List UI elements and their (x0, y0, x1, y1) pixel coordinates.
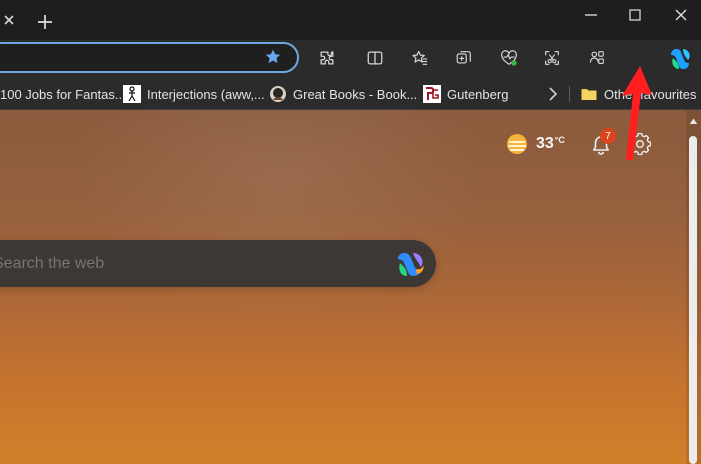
browser-toolbar (0, 40, 701, 78)
bookmark-label: Other favourites (604, 86, 697, 102)
bookmarks-bar: 100 Jobs for Fantas... Interjections (aw… (0, 78, 701, 110)
favorites-icon[interactable] (411, 49, 429, 67)
bookmark-other-favourites[interactable]: Other favourites (580, 78, 697, 110)
title-bar (0, 0, 701, 40)
bookmark-label: Gutenberg (447, 86, 509, 102)
weather-widget[interactable]: 33 °C (505, 132, 567, 156)
bookmark-favicon-icon (270, 86, 286, 102)
workspaces-icon[interactable] (588, 49, 606, 67)
maximize-icon[interactable] (626, 6, 644, 24)
new-tab-page: 33 °C 7 (0, 110, 701, 464)
bookmarks-divider (569, 86, 570, 102)
folder-icon (581, 89, 597, 100)
new-tab-icon[interactable] (36, 13, 54, 31)
scroll-up-icon[interactable] (689, 117, 698, 125)
bookmark-label: Great Books - Book... (293, 86, 418, 102)
temperature-unit: °C (554, 135, 565, 145)
page-scrollbar[interactable] (686, 110, 701, 464)
window-close-icon[interactable] (672, 6, 690, 24)
split-screen-icon[interactable] (366, 49, 384, 67)
browser-window: 100 Jobs for Fantas... Interjections (aw… (0, 0, 701, 464)
minimize-icon[interactable] (582, 6, 600, 24)
chevron-right-icon[interactable] (546, 85, 560, 103)
bookmark-gutenberg[interactable]: Gutenberg (423, 78, 508, 110)
bookmark-label: 100 Jobs for Fantas... (0, 86, 126, 102)
copilot-icon[interactable] (396, 251, 426, 277)
browser-essentials-icon[interactable] (500, 49, 518, 67)
screenshot-icon[interactable] (543, 49, 561, 67)
bookmark-label: Interjections (aww,... (147, 86, 265, 102)
search-input[interactable] (0, 240, 356, 287)
scroll-thumb[interactable] (689, 136, 697, 464)
notification-badge: 7 (600, 128, 616, 144)
tab-close-icon[interactable] (2, 13, 16, 27)
bookmark-100-jobs[interactable]: 100 Jobs for Fantas... (0, 78, 126, 110)
temperature-value: 33 (536, 135, 554, 152)
search-box (0, 240, 436, 287)
gear-icon[interactable] (629, 133, 651, 155)
bookmark-interjections[interactable]: Interjections (aww,... (123, 78, 265, 110)
bookmark-great-books[interactable]: Great Books - Book... (269, 78, 417, 110)
favorite-star-icon[interactable] (264, 48, 282, 66)
extensions-icon[interactable] (318, 49, 336, 67)
address-bar[interactable] (0, 42, 299, 73)
collections-icon[interactable] (455, 49, 473, 67)
copilot-icon[interactable] (669, 47, 693, 71)
notifications-button[interactable]: 7 (590, 128, 618, 156)
bookmark-favicon-icon (123, 85, 141, 103)
bookmark-favicon-icon (423, 85, 441, 103)
sun-icon (507, 134, 527, 154)
